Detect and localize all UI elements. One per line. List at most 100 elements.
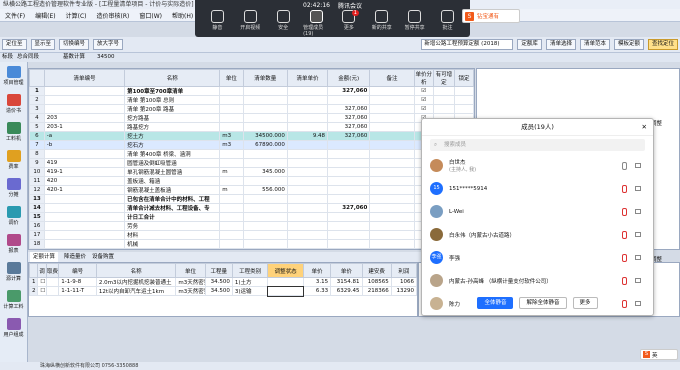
- col-code[interactable]: 清单编号: [43, 69, 126, 87]
- cell-price[interactable]: [286, 212, 329, 222]
- cell-amount[interactable]: [327, 176, 371, 186]
- mute-all-button[interactable]: 全体静音: [477, 297, 514, 309]
- cell-price[interactable]: [286, 230, 329, 240]
- member-row[interactable]: L-Wei: [422, 200, 653, 223]
- table-row[interactable]: 19 暂列金额（不含计日工总额）: [29, 248, 474, 249]
- cell-amount[interactable]: [327, 167, 371, 177]
- cell-price[interactable]: [286, 140, 329, 150]
- row-number[interactable]: 5: [29, 122, 45, 132]
- cell-amount[interactable]: [327, 221, 371, 231]
- cell-amount[interactable]: [327, 248, 371, 249]
- cell-remark[interactable]: [369, 158, 415, 168]
- col-analysis[interactable]: 单价分析: [413, 69, 434, 87]
- cell-name[interactable]: 2.0m3以内挖掘机挖装普通土: [95, 277, 177, 287]
- cell-unit[interactable]: [219, 230, 244, 240]
- cell-unit[interactable]: m3天然密实: [175, 277, 206, 287]
- cell-qty[interactable]: [242, 230, 288, 240]
- tab-contract[interactable]: 总合同段: [17, 53, 39, 62]
- menu-window[interactable]: 窗口(W): [134, 11, 167, 20]
- cell-qty[interactable]: 67890.000: [242, 140, 288, 150]
- cell-extra[interactable]: [432, 95, 455, 105]
- cell-code[interactable]: 420: [43, 176, 126, 186]
- cell-unit[interactable]: m3: [219, 131, 244, 141]
- col-remark[interactable]: 备注: [369, 69, 415, 87]
- table-row[interactable]: 18 机械: [29, 239, 474, 249]
- q-col-code[interactable]: 编号: [58, 263, 97, 278]
- cell-unit[interactable]: [219, 176, 244, 186]
- cell-name[interactable]: 盖板涵、箱涵: [124, 176, 221, 186]
- cell-code[interactable]: 420-1: [43, 185, 126, 195]
- sidebar-item-cost[interactable]: 造价书: [0, 90, 27, 118]
- cell-code[interactable]: [43, 149, 126, 159]
- cell-amount[interactable]: [327, 212, 371, 222]
- cell-unit[interactable]: [219, 194, 244, 204]
- cell-price[interactable]: [286, 122, 329, 132]
- q-col-class[interactable]: 工程类别: [231, 263, 269, 278]
- col-name[interactable]: 名称: [124, 69, 221, 87]
- cell-name[interactable]: 机械: [124, 239, 221, 249]
- cell-remark[interactable]: [369, 167, 415, 177]
- col-amount[interactable]: 金额(元): [327, 69, 371, 87]
- cell-profit[interactable]: 1066: [390, 277, 417, 287]
- cell-amount[interactable]: [327, 230, 371, 240]
- cell-qty[interactable]: [242, 239, 288, 249]
- more-options-button[interactable]: 更多: [572, 297, 598, 309]
- checkbox-icon[interactable]: ☐: [37, 277, 47, 287]
- sidebar-item-calc-material[interactable]: 计算工料: [0, 286, 27, 314]
- cell-code[interactable]: [43, 95, 126, 105]
- table-row[interactable]: 1☐ 1-1-9-82.0m3以内挖掘机挖装普通土m3天然密实34.5001)土方…: [29, 277, 417, 287]
- col-extra[interactable]: 有可增定: [432, 69, 455, 87]
- cell-adjust[interactable]: [267, 277, 304, 287]
- cell-qty[interactable]: [242, 212, 288, 222]
- sidebar-item-adjust[interactable]: 调价: [0, 202, 27, 230]
- cell-qty[interactable]: [242, 122, 288, 132]
- find-locate-button[interactable]: 查找定位: [647, 39, 678, 50]
- cell-amount[interactable]: [327, 95, 371, 105]
- switch-code-button[interactable]: 切换编号: [59, 39, 90, 50]
- microphone-muted-icon[interactable]: [622, 230, 627, 239]
- show-to-button[interactable]: 显示至: [30, 39, 56, 50]
- ime-status[interactable]: S 英: [640, 349, 678, 360]
- cell-name[interactable]: 暂列金额（不含计日工总额）: [124, 248, 221, 249]
- row-number[interactable]: 2: [29, 286, 39, 296]
- cell-remark[interactable]: [369, 122, 415, 132]
- locate-to-button[interactable]: 定位至: [2, 39, 27, 50]
- cell-price[interactable]: [286, 203, 329, 213]
- row-number[interactable]: 12: [29, 185, 45, 195]
- q-col-adjust[interactable]: 调整状态: [267, 263, 304, 278]
- sidebar-item-rate[interactable]: 费率: [0, 146, 27, 174]
- cell-remark[interactable]: [369, 194, 415, 204]
- table-row[interactable]: 2 清单 第100章 总则 ☑: [29, 95, 474, 105]
- close-icon[interactable]: ✕: [642, 119, 647, 136]
- camera-icon[interactable]: [635, 163, 641, 168]
- cell-code[interactable]: [43, 104, 126, 114]
- row-number[interactable]: 14: [29, 203, 45, 213]
- cell-amount[interactable]: [327, 149, 371, 159]
- cell-unit[interactable]: [219, 122, 244, 132]
- cell-qty[interactable]: [242, 194, 288, 204]
- cell-remark[interactable]: [369, 248, 415, 249]
- tab-section[interactable]: 标段: [2, 53, 13, 62]
- cell-code[interactable]: [43, 203, 126, 213]
- cell-qty[interactable]: [242, 176, 288, 186]
- cell-code[interactable]: -a: [43, 131, 126, 141]
- table-row[interactable]: 12420-1钢筋混凝土盖板涵m556.000☑: [29, 185, 474, 195]
- table-row[interactable]: 1 第100章至700章清单 327,060 ☑: [29, 86, 474, 96]
- cell-remark[interactable]: [369, 203, 415, 213]
- cell-name[interactable]: 钢筋混凝土盖板涵: [124, 185, 221, 195]
- member-search-input[interactable]: ⌕ 搜索成员: [430, 139, 645, 151]
- cell-price[interactable]: 3.15: [302, 277, 332, 287]
- cell-name[interactable]: 第100章至700章清单: [124, 86, 221, 96]
- tab-price-reduce[interactable]: 降造量价: [64, 252, 86, 262]
- cell-name[interactable]: 路基挖方: [124, 122, 221, 132]
- cell-name[interactable]: 挖土方: [124, 131, 221, 141]
- camera-icon[interactable]: [635, 255, 641, 260]
- bill-select-button[interactable]: 清单选择: [545, 39, 576, 50]
- member-row[interactable]: 白世杰 (主持人, 我): [422, 154, 653, 177]
- microphone-icon[interactable]: [622, 161, 627, 170]
- cell-unit[interactable]: [219, 86, 244, 96]
- cell-amount[interactable]: 327,060: [327, 203, 371, 213]
- cell-qty[interactable]: [242, 203, 288, 213]
- cell-name[interactable]: 挖石方: [124, 140, 221, 150]
- unmute-all-button[interactable]: 解除全体静音: [519, 297, 567, 309]
